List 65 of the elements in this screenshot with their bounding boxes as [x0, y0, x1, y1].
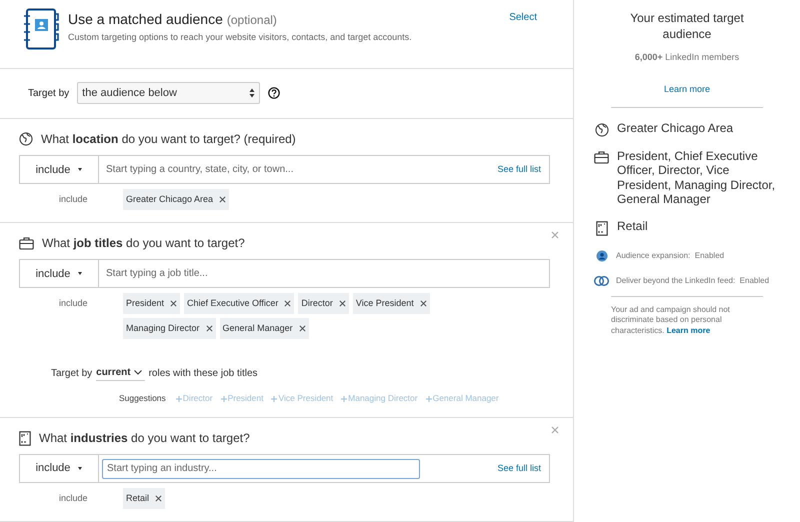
section-question: What industries do you want to target? — [39, 430, 250, 447]
learn-more-link[interactable]: Learn more — [664, 84, 710, 94]
audience-select[interactable]: the audience below — [77, 82, 260, 104]
notebook-icon — [24, 8, 60, 50]
optional-label: (optional) — [226, 12, 277, 29]
building-icon — [19, 430, 31, 446]
section-question: What job titles do you want to target? — [42, 235, 245, 252]
disclaimer-text: Your ad and campaign should not discriminate based on personal characteristics. Learn more — [610, 304, 731, 336]
remove-icon[interactable] — [206, 325, 213, 332]
role-dropdown[interactable]: current — [96, 365, 145, 382]
briefcase-icon — [19, 236, 34, 250]
search-field[interactable]: Start typing an industry... — [102, 458, 420, 478]
search-bar[interactable]: Start typing a country, state, city, or town... See full list — [99, 155, 550, 184]
globe-icon — [19, 132, 33, 146]
setting-status: Audience expansion: Enabled — [616, 250, 724, 262]
search-bar[interactable]: Start typing a job title... — [99, 259, 550, 288]
person-circle-icon — [596, 250, 608, 262]
remove-icon[interactable] — [338, 300, 346, 308]
estimate-title: Your estimated target audience — [629, 10, 745, 42]
updown-icon — [249, 88, 256, 98]
target-by-label: Target by — [28, 86, 70, 101]
tag-chip: Managing Director — [123, 318, 216, 340]
remove-icon[interactable] — [170, 300, 178, 308]
matched-audience-description: Custom targeting options to reach your website visitors, contacts, and target accounts. — [68, 31, 413, 44]
tag-chip: Director — [298, 293, 349, 314]
remove-icon[interactable] — [284, 300, 292, 308]
include-dropdown[interactable]: include — [19, 259, 99, 288]
section-question: What location do you want to target? (required) — [41, 131, 296, 148]
remove-icon[interactable] — [219, 196, 226, 204]
remove-icon[interactable] — [298, 325, 306, 332]
search-field[interactable]: Start typing a country, state, city, or town... — [102, 158, 498, 182]
chevron-down-icon — [134, 370, 142, 376]
learn-more-link[interactable]: Learn more — [666, 326, 710, 334]
member-count: 6,000+ LinkedIn members — [634, 51, 740, 64]
include-dropdown[interactable]: include — [19, 155, 99, 184]
include-dropdown[interactable]: include — [19, 454, 99, 483]
tag-chip: President — [123, 293, 180, 314]
suggestions-label: Suggestions — [119, 392, 166, 405]
include-label: include — [58, 297, 89, 310]
tag-chip: Vice President — [352, 293, 430, 314]
setting-status: Deliver beyond the LinkedIn feed: Enabled — [616, 274, 770, 286]
tag-chip: General Manager — [220, 318, 309, 340]
tag-chip: Greater Chicago Area — [123, 189, 230, 210]
see-full-list-link[interactable]: See full list — [497, 462, 541, 476]
include-label: include — [58, 193, 89, 206]
summary-item: Retail — [617, 218, 648, 233]
remove-icon[interactable] — [155, 495, 162, 502]
globe-icon — [594, 122, 608, 136]
briefcase-icon — [594, 150, 609, 164]
role-filter-suffix: roles with these job titles — [148, 366, 258, 381]
remove-icon[interactable] — [420, 300, 427, 308]
matched-audience-title: Use a matched audience — [68, 10, 223, 29]
building-icon — [596, 220, 608, 236]
tag-chip: Chief Executive Officer — [184, 293, 294, 314]
summary-item: Greater Chicago Area — [617, 120, 734, 135]
linked-rings-icon — [594, 274, 609, 286]
search-bar[interactable]: Start typing an industry... See full list — [99, 454, 550, 483]
help-icon[interactable] — [268, 87, 280, 100]
tag-chip: Retail — [123, 488, 166, 509]
search-field[interactable]: Start typing a job title... — [102, 262, 541, 286]
select-link[interactable]: Select — [509, 10, 537, 68]
include-label: include — [58, 492, 89, 505]
summary-item: President, Chief Executive Officer, Director, Vice President, Managing Director, General Manager — [617, 148, 776, 206]
see-full-list-link[interactable]: See full list — [497, 163, 541, 176]
role-filter-label: Target by — [51, 366, 92, 381]
